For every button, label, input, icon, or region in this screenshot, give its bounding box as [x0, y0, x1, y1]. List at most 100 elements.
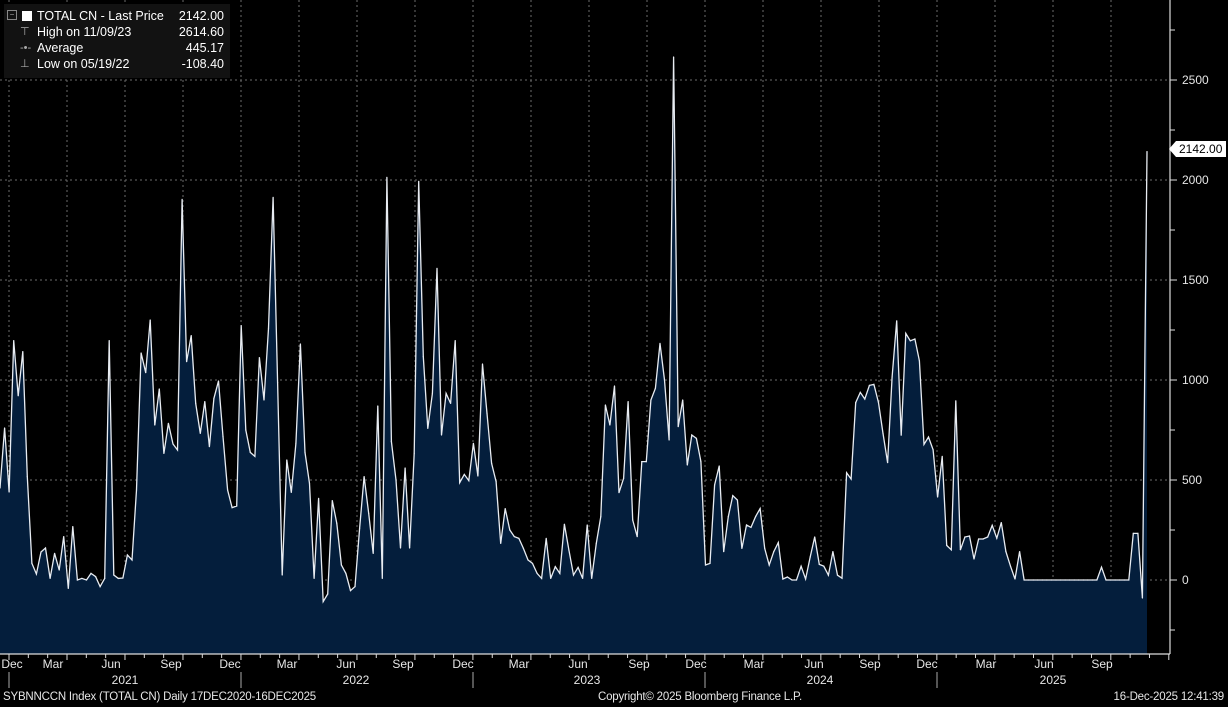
data-point — [231, 507, 233, 509]
data-point — [459, 482, 461, 484]
data-point — [308, 482, 311, 484]
data-point — [873, 383, 875, 385]
year-tick-label: 2022 — [342, 673, 370, 687]
data-point — [1023, 579, 1025, 581]
data-point — [504, 508, 506, 510]
data-point — [172, 443, 174, 445]
data-point — [591, 577, 593, 580]
data-point — [950, 549, 952, 551]
data-point — [786, 576, 789, 578]
data-point — [764, 547, 766, 550]
data-point — [1082, 579, 1084, 581]
year-tick-label: 2023 — [573, 673, 601, 687]
data-point — [1055, 579, 1057, 581]
data-point — [846, 472, 848, 474]
low-marker-icon: ⊥ — [20, 58, 30, 70]
data-point — [1028, 579, 1030, 581]
data-point — [946, 544, 948, 547]
month-tick-label: Mar — [508, 657, 530, 671]
month-tick-label: Mar — [743, 657, 765, 671]
data-point — [44, 547, 47, 549]
data-point — [1069, 579, 1071, 581]
month-tick-label: Sep — [160, 657, 182, 671]
footer-timestamp: 16-Dec-2025 12:41:39 — [1113, 691, 1225, 703]
data-point — [299, 343, 301, 345]
data-point — [1119, 579, 1121, 581]
data-point — [727, 516, 729, 518]
data-point — [336, 522, 338, 525]
data-point — [641, 461, 643, 463]
month-tick-label: Sep — [859, 657, 881, 671]
data-point — [199, 432, 201, 434]
data-point — [777, 542, 779, 544]
data-point — [213, 397, 215, 399]
data-point — [99, 586, 101, 588]
legend-high-value: 2614.60 — [178, 25, 224, 39]
data-point — [135, 489, 138, 491]
data-point — [577, 566, 579, 569]
data-point — [723, 551, 725, 553]
data-point — [122, 577, 124, 579]
data-point — [905, 332, 907, 334]
data-point — [422, 356, 424, 358]
month-tick-label: Jun — [336, 657, 356, 671]
high-marker-icon: ⊤ — [20, 26, 30, 38]
data-point — [286, 459, 288, 461]
data-point — [158, 388, 160, 390]
data-point — [668, 439, 670, 441]
average-marker-icon: -•- — [20, 42, 32, 54]
month-tick-label: Sep — [392, 657, 414, 671]
data-point — [613, 385, 616, 387]
y-tick-label: 2500 — [1182, 73, 1209, 87]
data-point — [495, 481, 497, 483]
data-point — [377, 405, 379, 407]
legend-series-row[interactable]: − TOTAL CN - Last Price 2142.00 — [4, 8, 230, 24]
price-chart — [0, 0, 1177, 688]
data-point — [1114, 579, 1116, 581]
data-point — [399, 547, 402, 549]
collapse-icon[interactable]: − — [7, 10, 17, 20]
data-point — [1096, 579, 1098, 581]
data-point — [800, 565, 802, 567]
data-point — [636, 536, 638, 538]
data-point — [181, 198, 183, 200]
data-point — [1064, 579, 1066, 581]
data-point — [1019, 551, 1021, 553]
legend-low-value: -108.40 — [181, 57, 224, 71]
data-point — [982, 538, 984, 540]
data-point — [768, 564, 770, 566]
data-point — [887, 462, 889, 464]
data-point — [81, 577, 83, 580]
data-point — [40, 551, 42, 553]
data-point — [117, 577, 119, 580]
series-color-swatch — [22, 11, 32, 21]
data-point — [1091, 579, 1093, 581]
data-point — [718, 465, 720, 467]
data-point — [1009, 565, 1012, 567]
data-point — [554, 566, 556, 568]
data-point — [541, 577, 543, 580]
data-point — [95, 576, 97, 578]
data-point — [104, 577, 106, 580]
footer-copyright: Copyright© 2025 Bloomberg Finance L.P. — [598, 691, 802, 703]
data-point — [750, 526, 752, 529]
data-point — [500, 542, 502, 545]
data-point — [368, 512, 370, 515]
data-point — [35, 573, 38, 575]
data-point — [955, 400, 957, 402]
data-point — [855, 402, 857, 404]
legend-average-value: 445.17 — [185, 41, 224, 55]
data-point — [386, 176, 388, 178]
data-point — [650, 399, 652, 401]
data-point — [563, 523, 566, 525]
month-tick-label: Mar — [42, 657, 64, 671]
data-point — [823, 565, 825, 567]
data-point — [17, 395, 19, 397]
data-point — [932, 449, 934, 451]
y-tick-label: 1000 — [1182, 373, 1209, 387]
data-point — [795, 579, 798, 581]
data-point — [1050, 579, 1052, 581]
data-point — [609, 424, 611, 426]
data-point — [882, 432, 884, 434]
data-point — [240, 325, 242, 327]
